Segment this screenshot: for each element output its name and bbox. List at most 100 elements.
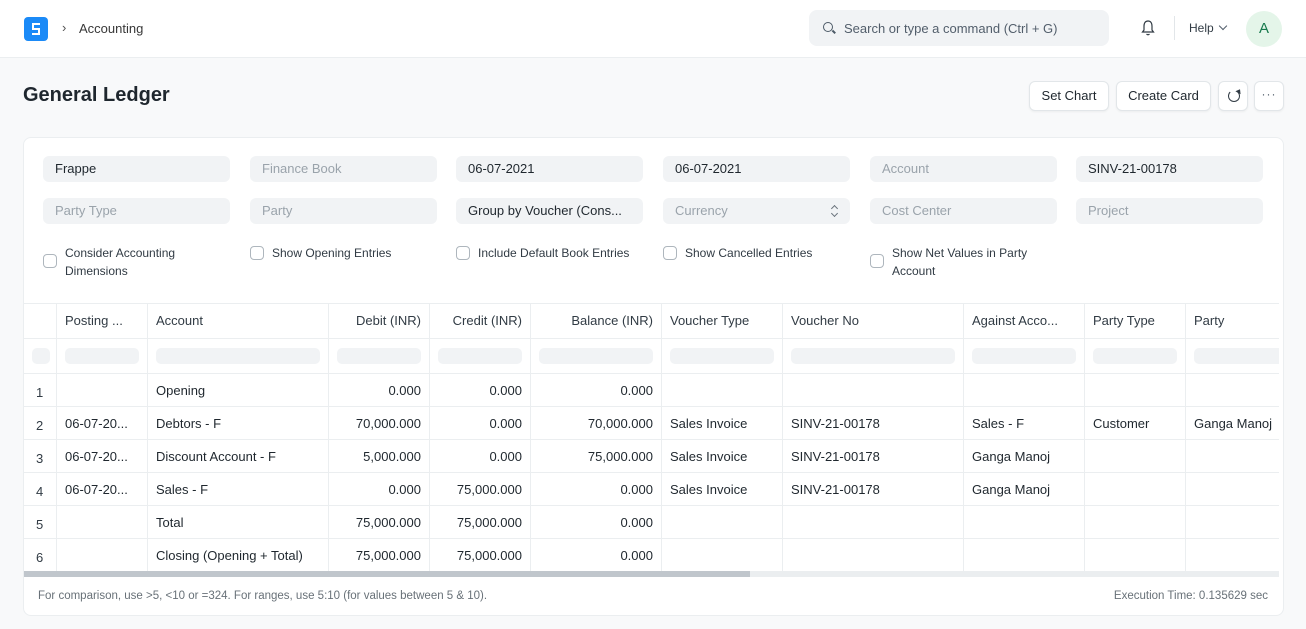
cell-against-account[interactable] xyxy=(964,506,1085,538)
column-filter-input-balance[interactable] xyxy=(539,348,653,364)
column-header-credit[interactable]: Credit (INR) xyxy=(430,304,531,338)
cell-posting-date[interactable]: 06-07-20... xyxy=(57,473,148,505)
checkbox-box[interactable] xyxy=(43,254,57,268)
column-header-balance[interactable]: Balance (INR) xyxy=(531,304,662,338)
column-header-against-account[interactable]: Against Acco... xyxy=(964,304,1085,338)
cell-balance[interactable]: 75,000.000 xyxy=(531,440,662,472)
cell-party[interactable] xyxy=(1186,473,1279,505)
cell-voucher-no[interactable]: SINV-21-00178 xyxy=(783,440,964,472)
cell-credit[interactable]: 0.000 xyxy=(430,407,531,439)
cell-debit[interactable]: 0.000 xyxy=(329,374,430,406)
scrollbar-thumb[interactable] xyxy=(24,571,750,577)
cell-account[interactable]: Total xyxy=(148,506,329,538)
cell-posting-date[interactable] xyxy=(57,506,148,538)
column-header-debit[interactable]: Debit (INR) xyxy=(329,304,430,338)
column-filter-input-row-index[interactable] xyxy=(32,348,50,364)
cell-credit[interactable]: 0.000 xyxy=(430,440,531,472)
cell-debit[interactable]: 0.000 xyxy=(329,473,430,505)
column-header-party[interactable]: Party xyxy=(1186,304,1279,338)
column-header-voucher-type[interactable]: Voucher Type xyxy=(662,304,783,338)
column-filter-input-voucher-no[interactable] xyxy=(791,348,955,364)
cell-party[interactable] xyxy=(1186,440,1279,472)
cell-voucher-type[interactable]: Sales Invoice xyxy=(662,440,783,472)
column-filter-input-voucher-type[interactable] xyxy=(670,348,774,364)
currency-select[interactable]: Currency xyxy=(663,198,850,224)
cell-against-account[interactable]: Sales - F xyxy=(964,407,1085,439)
finance-book-field[interactable]: Finance Book xyxy=(250,156,437,182)
cell-row-index[interactable]: 5 xyxy=(24,506,57,538)
cell-credit[interactable]: 0.000 xyxy=(430,374,531,406)
account-field[interactable]: Account xyxy=(870,156,1057,182)
cell-account[interactable]: Opening xyxy=(148,374,329,406)
cell-balance[interactable]: 0.000 xyxy=(531,539,662,571)
column-filter-input-posting-date[interactable] xyxy=(65,348,139,364)
refresh-button[interactable] xyxy=(1218,81,1248,111)
cell-balance[interactable]: 0.000 xyxy=(531,506,662,538)
create-card-button[interactable]: Create Card xyxy=(1116,81,1211,111)
cell-voucher-no[interactable] xyxy=(783,506,964,538)
cell-party[interactable] xyxy=(1186,539,1279,571)
search-bar[interactable]: Search or type a command (Ctrl + G) xyxy=(809,10,1109,46)
cell-against-account[interactable]: Ganga Manoj xyxy=(964,440,1085,472)
cell-account[interactable]: Discount Account - F xyxy=(148,440,329,472)
help-dropdown[interactable]: Help xyxy=(1189,21,1214,35)
column-filter-input-debit[interactable] xyxy=(337,348,421,364)
party-type-field[interactable]: Party Type xyxy=(43,198,230,224)
app-logo-icon[interactable] xyxy=(24,17,48,41)
cell-debit[interactable]: 70,000.000 xyxy=(329,407,430,439)
search-input[interactable]: Search or type a command (Ctrl + G) xyxy=(844,21,1058,36)
cell-credit[interactable]: 75,000.000 xyxy=(430,473,531,505)
column-filter-input-against-account[interactable] xyxy=(972,348,1076,364)
from-date-field[interactable]: 06-07-2021 xyxy=(456,156,643,182)
cell-party-type[interactable] xyxy=(1085,473,1186,505)
user-avatar[interactable]: A xyxy=(1246,11,1282,47)
cell-party-type[interactable] xyxy=(1085,374,1186,406)
cell-credit[interactable]: 75,000.000 xyxy=(430,506,531,538)
cell-posting-date[interactable]: 06-07-20... xyxy=(57,440,148,472)
set-chart-button[interactable]: Set Chart xyxy=(1029,81,1109,111)
cell-voucher-type[interactable]: Sales Invoice xyxy=(662,407,783,439)
column-header-account[interactable]: Account xyxy=(148,304,329,338)
cell-balance[interactable]: 0.000 xyxy=(531,473,662,505)
checkbox-box[interactable] xyxy=(456,246,470,260)
cell-party-type[interactable] xyxy=(1085,539,1186,571)
column-header-party-type[interactable]: Party Type xyxy=(1085,304,1186,338)
cell-voucher-no[interactable] xyxy=(783,539,964,571)
cell-debit[interactable]: 5,000.000 xyxy=(329,440,430,472)
cell-posting-date[interactable] xyxy=(57,374,148,406)
column-filter-input-party-type[interactable] xyxy=(1093,348,1177,364)
cell-voucher-no[interactable]: SINV-21-00178 xyxy=(783,473,964,505)
cell-against-account[interactable]: Ganga Manoj xyxy=(964,473,1085,505)
company-field[interactable]: Frappe xyxy=(43,156,230,182)
column-header-voucher-no[interactable]: Voucher No xyxy=(783,304,964,338)
party-field[interactable]: Party xyxy=(250,198,437,224)
cell-voucher-type[interactable] xyxy=(662,539,783,571)
voucher-no-field[interactable]: SINV-21-00178 xyxy=(1076,156,1263,182)
cell-row-index[interactable]: 2 xyxy=(24,407,57,439)
cell-posting-date[interactable] xyxy=(57,539,148,571)
cost-center-field[interactable]: Cost Center xyxy=(870,198,1057,224)
cell-row-index[interactable]: 3 xyxy=(24,440,57,472)
cell-account[interactable]: Debtors - F xyxy=(148,407,329,439)
cell-balance[interactable]: 70,000.000 xyxy=(531,407,662,439)
cell-row-index[interactable]: 4 xyxy=(24,473,57,505)
cell-voucher-type[interactable] xyxy=(662,374,783,406)
cell-against-account[interactable] xyxy=(964,374,1085,406)
cell-row-index[interactable]: 1 xyxy=(24,374,57,406)
cell-row-index[interactable]: 6 xyxy=(24,539,57,571)
cell-voucher-type[interactable] xyxy=(662,506,783,538)
chevron-down-icon[interactable] xyxy=(1218,21,1228,31)
cell-party-type[interactable] xyxy=(1085,440,1186,472)
column-header-posting-date[interactable]: Posting ... xyxy=(57,304,148,338)
checkbox-box[interactable] xyxy=(250,246,264,260)
cell-account[interactable]: Closing (Opening + Total) xyxy=(148,539,329,571)
cell-posting-date[interactable]: 06-07-20... xyxy=(57,407,148,439)
cell-party-type[interactable] xyxy=(1085,506,1186,538)
cell-balance[interactable]: 0.000 xyxy=(531,374,662,406)
cell-credit[interactable]: 75,000.000 xyxy=(430,539,531,571)
cell-party[interactable]: Ganga Manoj xyxy=(1186,407,1279,439)
more-actions-button[interactable]: ··· xyxy=(1254,81,1284,111)
group-by-select[interactable]: Group by Voucher (Cons... xyxy=(456,198,643,224)
project-field[interactable]: Project xyxy=(1076,198,1263,224)
cell-debit[interactable]: 75,000.000 xyxy=(329,539,430,571)
